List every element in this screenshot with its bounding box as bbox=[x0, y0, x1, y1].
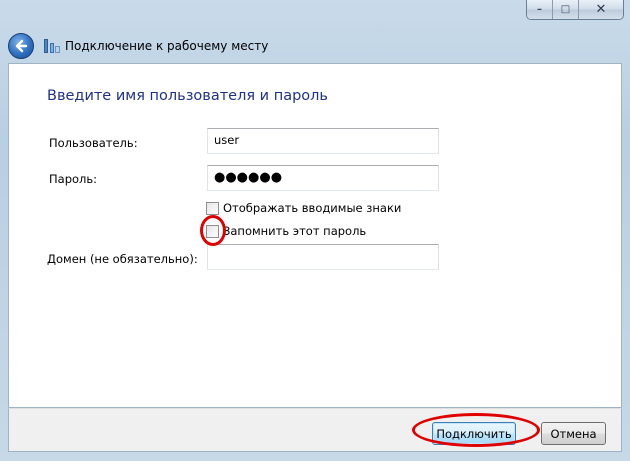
navigation-bar: Подключение к рабочему месту bbox=[8, 30, 622, 62]
dialog-content: Введите имя пользователя и пароль Пользо… bbox=[8, 63, 622, 408]
window-frame: – □ ✕ Подключение к рабочему месту Введи… bbox=[0, 0, 630, 461]
connect-annotation-circle bbox=[412, 413, 540, 447]
cancel-button[interactable]: Отмена bbox=[541, 422, 606, 445]
password-field[interactable]: ●●●●●● bbox=[207, 165, 439, 191]
password-label: Пароль: bbox=[49, 172, 98, 186]
minimize-icon: – bbox=[537, 4, 542, 15]
remember-password-row[interactable]: Запомнить этот пароль bbox=[206, 224, 366, 238]
button-bar: Подключить Отмена bbox=[8, 408, 622, 452]
minimize-button[interactable]: – bbox=[527, 0, 553, 19]
window-title: Подключение к рабочему месту bbox=[65, 39, 269, 53]
domain-field[interactable] bbox=[207, 244, 439, 270]
show-chars-row[interactable]: Отображать вводимые знаки bbox=[206, 201, 401, 215]
remember-annotation-circle bbox=[200, 215, 226, 246]
page-heading: Введите имя пользователя и пароль bbox=[47, 88, 328, 104]
close-button[interactable]: ✕ bbox=[579, 0, 623, 19]
caption-buttons: – □ ✕ bbox=[526, 0, 624, 20]
back-arrow-icon bbox=[15, 39, 28, 53]
show-chars-checkbox[interactable] bbox=[206, 201, 219, 215]
maximize-button[interactable]: □ bbox=[553, 0, 579, 19]
show-chars-label: Отображать вводимые знаки bbox=[223, 201, 402, 215]
remember-password-label: Запомнить этот пароль bbox=[223, 224, 367, 238]
back-button[interactable] bbox=[8, 33, 34, 59]
user-label: Пользователь: bbox=[49, 136, 138, 150]
network-connection-icon bbox=[43, 37, 61, 55]
user-field[interactable]: user bbox=[207, 128, 439, 154]
maximize-icon: □ bbox=[560, 4, 571, 15]
domain-label: Домен (не обязательно): bbox=[47, 252, 198, 266]
close-icon: ✕ bbox=[595, 2, 607, 17]
